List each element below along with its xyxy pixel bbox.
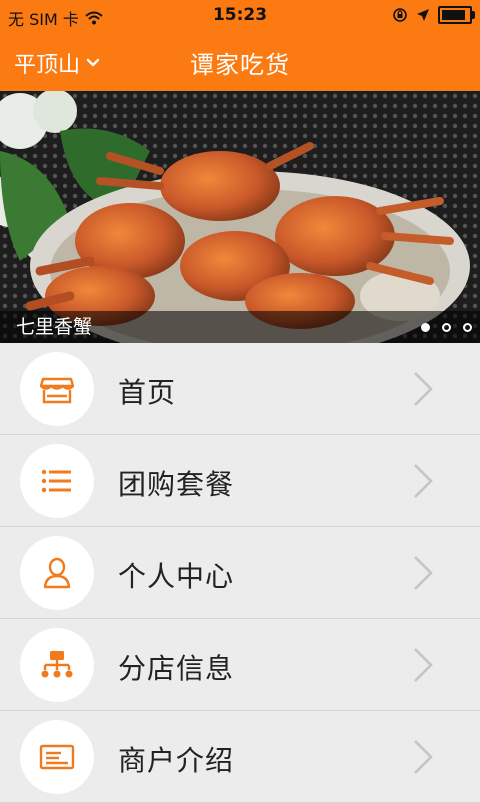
menu-icon-circle bbox=[20, 720, 94, 794]
menu-item-merchant-intro[interactable]: 商户介绍 bbox=[0, 711, 480, 803]
banner-image bbox=[0, 91, 480, 343]
menu-item-profile[interactable]: 个人中心 bbox=[0, 527, 480, 619]
chevron-right-icon bbox=[414, 464, 433, 498]
menu-label-branches: 分店信息 bbox=[118, 652, 235, 685]
carousel-dot[interactable] bbox=[463, 323, 472, 332]
person-icon bbox=[43, 557, 71, 589]
menu-item-home[interactable]: 首页 bbox=[0, 343, 480, 435]
menu-icon-circle bbox=[20, 444, 94, 518]
carousel-dots bbox=[421, 323, 472, 332]
branch-network-icon bbox=[41, 651, 73, 678]
menu-item-group-buy[interactable]: 团购套餐 bbox=[0, 435, 480, 527]
carousel-dot[interactable] bbox=[442, 323, 451, 332]
menu-icon-circle bbox=[20, 536, 94, 610]
battery-icon bbox=[438, 6, 475, 24]
nav-bar: 平顶山 谭家吃货 bbox=[0, 29, 480, 91]
rotation-lock-icon bbox=[393, 8, 407, 22]
storefront-icon bbox=[39, 377, 75, 404]
status-bar: 无 SIM 卡 15:23 bbox=[0, 0, 480, 29]
menu-label-home: 首页 bbox=[118, 376, 177, 409]
menu-icon-circle bbox=[20, 628, 94, 702]
banner-carousel[interactable]: 七里香蟹 bbox=[0, 91, 480, 343]
menu-list: 首页 团购套餐 个人中心 分店信息 商户介绍 bbox=[0, 343, 480, 803]
chevron-right-icon bbox=[414, 556, 433, 590]
chevron-right-icon bbox=[414, 740, 433, 774]
list-icon bbox=[41, 469, 71, 493]
page-title: 谭家吃货 bbox=[190, 51, 290, 79]
menu-label-group-buy: 团购套餐 bbox=[118, 468, 235, 501]
banner-caption: 七里香蟹 bbox=[0, 311, 480, 343]
battery-fill bbox=[442, 10, 465, 20]
location-arrow-icon bbox=[417, 9, 429, 21]
id-card-icon bbox=[39, 744, 75, 770]
menu-label-profile: 个人中心 bbox=[118, 560, 235, 593]
menu-item-branches[interactable]: 分店信息 bbox=[0, 619, 480, 711]
chevron-right-icon bbox=[414, 648, 433, 682]
carousel-dot[interactable] bbox=[421, 323, 430, 332]
menu-label-merchant-intro: 商户介绍 bbox=[118, 744, 235, 777]
chevron-right-icon bbox=[414, 372, 433, 406]
status-right bbox=[392, 6, 475, 24]
menu-icon-circle bbox=[20, 352, 94, 426]
